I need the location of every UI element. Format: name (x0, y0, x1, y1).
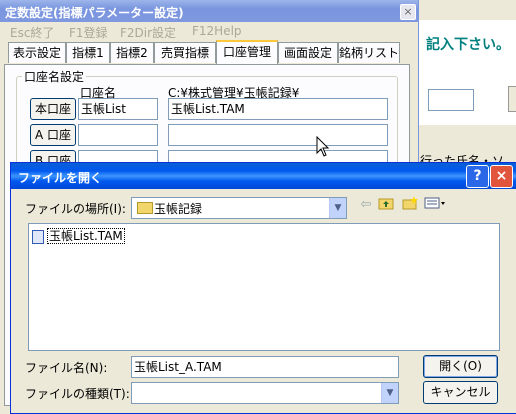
background-button[interactable] (508, 86, 516, 112)
filename-label: ファイル名(N): (25, 361, 108, 375)
new-folder-icon[interactable] (401, 196, 419, 214)
a-account-name-field[interactable] (78, 124, 158, 146)
settings-titlebar[interactable]: 定数設定(指標パラメーター設定) × (0, 0, 418, 22)
look-in-dropdown[interactable]: 玉帳記録 ▼ (131, 197, 347, 219)
main-account-name-field[interactable]: 玉帳List (78, 98, 158, 120)
list-item[interactable]: 玉帳List.TAM (32, 227, 125, 244)
tab-indicator-2[interactable]: 指標2 (110, 42, 154, 63)
file-icon (32, 229, 44, 244)
file-list[interactable]: 玉帳List.TAM (28, 223, 500, 351)
settings-title: 定数設定(指標パラメーター設定) (5, 6, 184, 20)
dialog-title: ファイルを開く (18, 171, 103, 185)
tab-stock-list[interactable]: 銘柄リスト (338, 42, 400, 63)
mouse-pointer-icon (316, 136, 330, 157)
up-folder-icon[interactable] (377, 196, 395, 214)
settings-close-button[interactable]: × (400, 4, 416, 20)
menu-f12-help[interactable]: F12Help (192, 24, 242, 38)
back-arrow-icon[interactable]: ⇦ (357, 196, 375, 214)
help-button[interactable]: ? (466, 165, 489, 188)
dialog-close-button[interactable]: × (490, 165, 513, 188)
chevron-down-icon[interactable]: ▼ (381, 383, 398, 403)
open-button[interactable]: 開く(O) (423, 355, 498, 378)
file-open-dialog: ファイルを開く ? × ファイルの場所(I): 玉帳記録 ▼ ⇦ 玉帳List.… (10, 162, 516, 414)
tab-display-settings[interactable]: 表示設定 (8, 42, 66, 63)
cancel-button[interactable]: キャンセル (423, 381, 498, 404)
menu-f1-register[interactable]: F1登録 (69, 24, 108, 41)
a-account-button[interactable]: A 口座 (30, 124, 76, 146)
look-in-value: 玉帳記録 (154, 202, 203, 216)
filetype-dropdown[interactable]: ▼ (131, 382, 399, 404)
tab-indicator-1[interactable]: 指標1 (66, 42, 110, 63)
background-input[interactable] (428, 89, 474, 111)
file-name: 玉帳List.TAM (47, 228, 125, 244)
menu-esc-exit[interactable]: Esc終了 (10, 24, 54, 41)
main-account-button[interactable]: 本口座 (30, 98, 76, 120)
tab-account-management[interactable]: 口座管理 (216, 40, 278, 66)
chevron-down-icon[interactable]: ▼ (329, 198, 346, 218)
folder-icon (137, 202, 153, 214)
dialog-titlebar[interactable]: ファイルを開く ? × (11, 163, 516, 189)
tab-trade-indicator[interactable]: 売買指標 (154, 42, 216, 63)
main-account-file-field[interactable]: 玉帳List.TAM (168, 98, 388, 120)
tab-screen-settings[interactable]: 画面設定 (278, 42, 338, 63)
filename-input[interactable]: 玉帳List_A.TAM (131, 356, 399, 378)
function-key-bar: Esc終了 F1登録 F2Dir設定 F12Help (0, 22, 418, 40)
a-account-file-field[interactable] (168, 124, 388, 146)
filetype-label: ファイルの種類(T): (25, 387, 130, 401)
view-menu-icon[interactable] (423, 196, 447, 214)
menu-f2-dir-setting[interactable]: F2Dir設定 (120, 24, 176, 41)
instruction-text: 記入下さい。 (426, 37, 510, 53)
account-group-label: 口座名設定 (22, 68, 87, 85)
look-in-label: ファイルの場所(I): (25, 202, 126, 216)
